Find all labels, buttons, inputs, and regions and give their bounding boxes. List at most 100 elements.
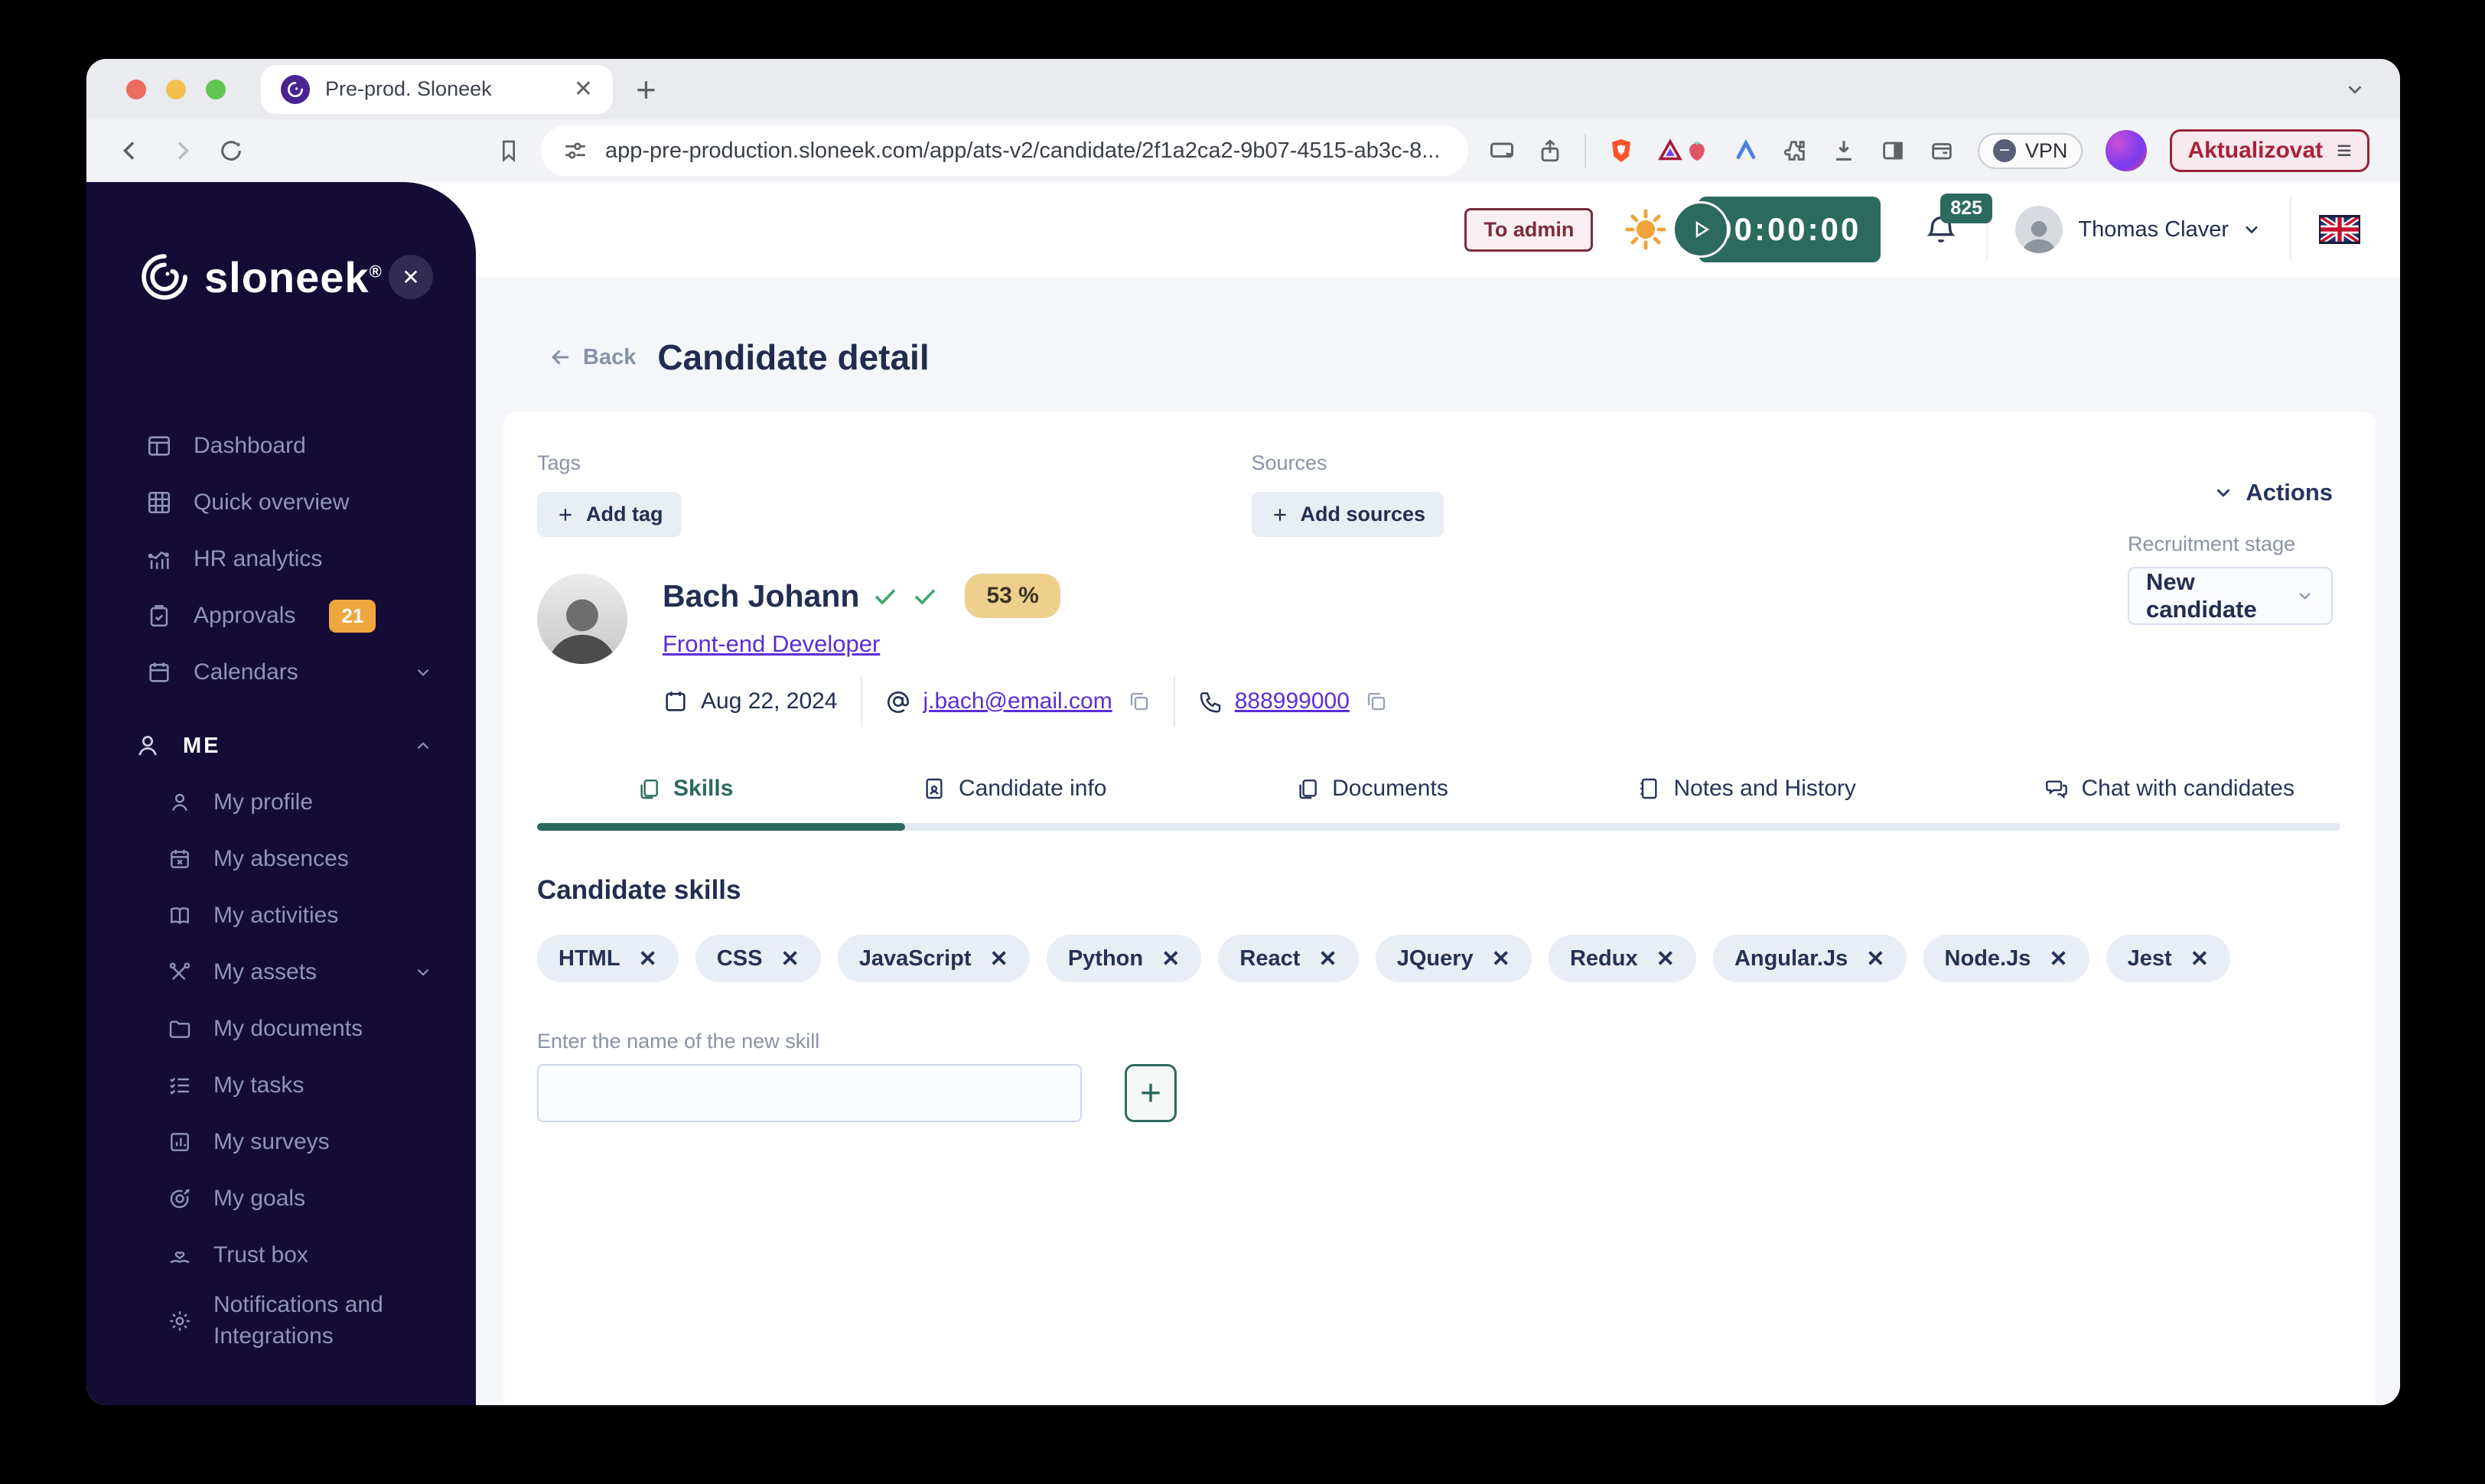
remove-skill-icon[interactable]: ✕ [2049, 945, 2067, 972]
person-icon [134, 732, 161, 760]
tab-documents[interactable]: Documents [1295, 776, 1448, 802]
remove-skill-icon[interactable]: ✕ [1161, 945, 1180, 972]
add-skill-button[interactable]: + [1125, 1064, 1177, 1122]
add-sources-button[interactable]: Add sources [1251, 492, 1444, 537]
time-tracker-widget[interactable]: 00:00:00 [1672, 197, 1881, 262]
sidebar-item-hr-analytics[interactable]: HR analytics [86, 531, 476, 587]
sources-label: Sources [1251, 451, 1327, 474]
close-window-button[interactable] [126, 79, 146, 99]
sloneek-favicon [281, 74, 310, 104]
sidebar-item-my-documents[interactable]: My documents [86, 1001, 476, 1057]
play-icon[interactable] [1672, 201, 1730, 258]
zoom-window-button[interactable] [206, 79, 226, 99]
tab-label: Notes and History [1673, 776, 1856, 801]
address-bar[interactable]: app-pre-production.sloneek.com/app/ats-v… [541, 125, 1468, 176]
extensions-puzzle-icon[interactable] [1782, 138, 1808, 164]
minimize-window-button[interactable] [166, 79, 186, 99]
recruitment-stage-value: New candidate [2146, 568, 2257, 623]
tab-skills[interactable]: Skills [637, 776, 733, 802]
share-icon[interactable] [1537, 138, 1563, 164]
browser-profile-avatar[interactable] [2106, 130, 2148, 171]
plus-icon [559, 508, 572, 521]
sidebar-item-my-goals[interactable]: My goals [86, 1170, 476, 1227]
user-avatar[interactable] [2015, 206, 2063, 253]
theme-sun-icon[interactable] [1624, 207, 1668, 252]
browser-tab[interactable]: Pre-prod. Sloneek ✕ [261, 64, 613, 114]
user-name[interactable]: Thomas Claver [2078, 217, 2229, 242]
sidebar-item-my-profile[interactable]: My profile [86, 774, 476, 831]
brave-rewards-icon[interactable] [1656, 137, 1684, 164]
to-admin-button[interactable]: To admin [1464, 207, 1594, 252]
sidebar-item-label: My activities [213, 903, 339, 928]
sidebar-item-my-surveys[interactable]: My surveys [86, 1114, 476, 1170]
candidate-date: Aug 22, 2024 [701, 688, 838, 714]
brave-shields-icon[interactable] [1607, 137, 1635, 164]
forward-nav-icon[interactable] [168, 137, 195, 164]
notifications-bell-icon[interactable]: 825 [1923, 194, 1993, 247]
sidebar-item-notifications-integrations[interactable]: Notifications and Integrations [86, 1284, 476, 1358]
remove-skill-icon[interactable]: ✕ [780, 945, 799, 972]
skill-chip-label: JQuery [1396, 945, 1474, 971]
bookmark-icon[interactable] [497, 138, 521, 163]
sidebar-item-dashboard[interactable]: Dashboard [86, 418, 476, 474]
downloads-icon[interactable] [1831, 138, 1857, 164]
tab-close-icon[interactable]: ✕ [574, 76, 593, 103]
cast-icon[interactable] [1488, 137, 1516, 164]
tab-chat-candidates[interactable]: Chat with candidates [2044, 776, 2294, 802]
skill-chip-label: Node.Js [1944, 945, 2031, 971]
sidebar-item-my-tasks[interactable]: My tasks [86, 1057, 476, 1114]
sidebar-item-approvals[interactable]: Approvals 21 [86, 587, 476, 644]
skill-chip: Node.Js ✕ [1923, 935, 2089, 982]
wallet-icon[interactable] [1929, 138, 1955, 164]
back-nav-icon[interactable] [117, 137, 145, 164]
remove-skill-icon[interactable]: ✕ [2190, 945, 2209, 972]
topbar-divider [2290, 197, 2291, 262]
remove-skill-icon[interactable]: ✕ [1656, 945, 1675, 972]
remove-skill-icon[interactable]: ✕ [990, 945, 1008, 972]
remove-skill-icon[interactable]: ✕ [1866, 945, 1884, 972]
browser-menu-icon[interactable]: ≡ [2337, 138, 2352, 164]
sidebar-item-trust-box[interactable]: Trust box [86, 1227, 476, 1284]
sidebar-section-me[interactable]: ME [86, 718, 476, 774]
update-browser-button[interactable]: Aktualizovat ≡ [2170, 129, 2369, 172]
extension-arc-icon[interactable] [1733, 138, 1759, 164]
copy-email-icon[interactable] [1128, 690, 1151, 713]
sidebar-item-my-absences[interactable]: My absences [86, 831, 476, 887]
sidebar-toggle-icon[interactable] [1880, 138, 1906, 164]
recruitment-stage-select[interactable]: New candidate [2128, 567, 2333, 625]
new-skill-input[interactable] [537, 1064, 1082, 1122]
language-flag-icon[interactable] [2319, 215, 2360, 244]
sidebar-item-calendars[interactable]: Calendars [86, 644, 476, 701]
tools-icon [168, 960, 192, 984]
calendar-icon [663, 688, 689, 714]
candidate-email-link[interactable]: j.bach@email.com [923, 688, 1112, 714]
candidate-phone-link[interactable]: 888999000 [1235, 688, 1350, 714]
tab-notes-history[interactable]: Notes and History [1637, 776, 1856, 802]
actions-menu[interactable]: Actions [2212, 479, 2333, 506]
sidebar-close-button[interactable]: ✕ [389, 255, 433, 299]
remove-skill-icon[interactable]: ✕ [1492, 945, 1510, 972]
update-browser-label: Aktualizovat [2187, 138, 2324, 163]
url-text[interactable]: app-pre-production.sloneek.com/app/ats-v… [605, 138, 1440, 164]
user-menu-chevron-icon[interactable] [2241, 219, 2262, 240]
add-tag-button[interactable]: Add tag [537, 492, 682, 537]
candidate-position-link[interactable]: Front-end Developer [663, 630, 880, 658]
at-icon [885, 688, 911, 714]
sidebar-item-my-activities[interactable]: My activities [86, 887, 476, 944]
tags-group: Tags Add tag [537, 451, 682, 537]
site-settings-icon[interactable] [562, 138, 588, 164]
sidebar-item-quick-overview[interactable]: Quick overview [86, 474, 476, 531]
vpn-button[interactable]: − VPN [1977, 132, 2083, 169]
skills-heading: Candidate skills [537, 875, 741, 905]
tab-candidate-info[interactable]: Candidate info [922, 776, 1106, 802]
tab-list-chevron-icon[interactable] [2343, 78, 2366, 101]
remove-skill-icon[interactable]: ✕ [1318, 945, 1337, 972]
reload-icon[interactable] [218, 138, 244, 164]
copy-phone-icon[interactable] [1365, 690, 1388, 713]
new-tab-button[interactable]: + [636, 69, 656, 110]
extension-strawberry-icon[interactable] [1684, 138, 1710, 164]
remove-skill-icon[interactable]: ✕ [639, 945, 657, 972]
sidebar-item-my-assets[interactable]: My assets [86, 944, 476, 1001]
back-button[interactable]: Back [548, 344, 636, 370]
tags-label: Tags [537, 451, 581, 474]
